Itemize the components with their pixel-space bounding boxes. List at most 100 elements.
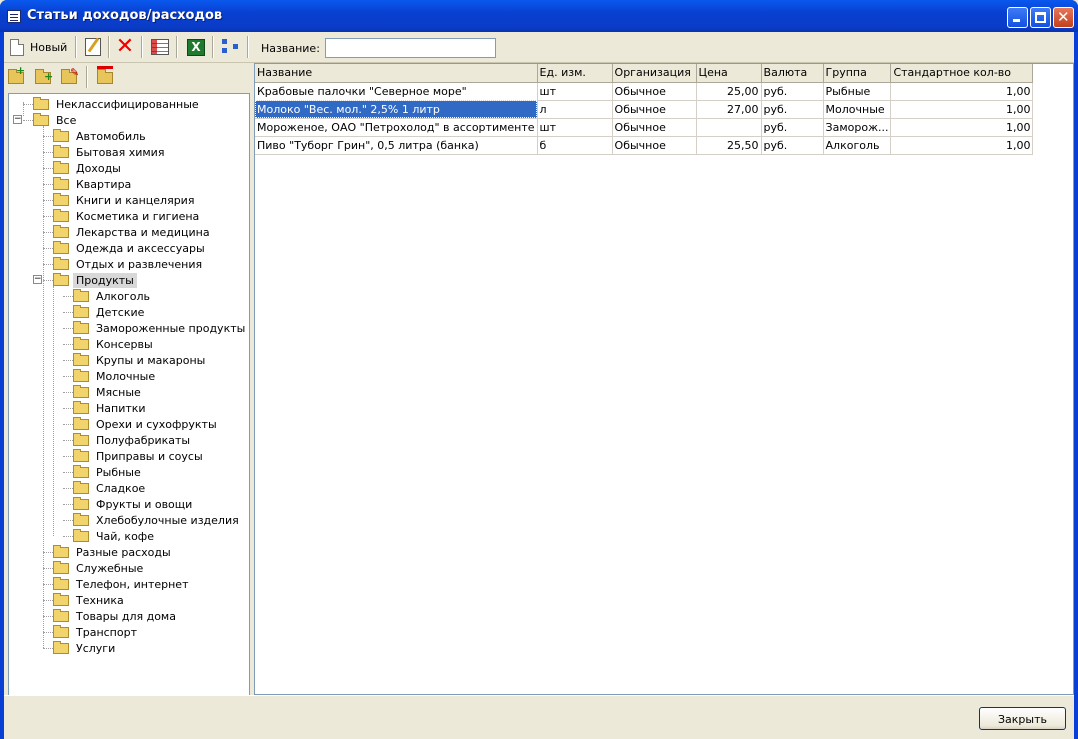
tree-item[interactable]: Молочные — [73, 368, 158, 384]
folder-icon — [73, 384, 89, 398]
tree-item-label: Неклассифицированные — [56, 97, 199, 111]
tree-item[interactable]: Замороженные продукты — [73, 320, 248, 336]
table-row[interactable]: Мороженое, ОАО "Петрохолод" в ассортимен… — [255, 118, 1034, 137]
tree-item[interactable]: Доходы — [53, 160, 124, 176]
tree-item[interactable]: Полуфабрикаты — [73, 432, 193, 448]
tree-item[interactable]: Орехи и сухофрукты — [73, 416, 220, 432]
new-button[interactable]: Новый — [6, 35, 72, 59]
tree-item[interactable]: Крупы и макароны — [73, 352, 208, 368]
tree-item[interactable]: Разные расходы — [53, 544, 174, 560]
tree-connector — [63, 392, 73, 393]
tree-item[interactable]: Неклассифицированные — [33, 96, 202, 112]
name-filter-input[interactable] — [325, 38, 496, 58]
app-icon — [7, 10, 21, 23]
column-header[interactable]: Стандартное кол-во — [890, 64, 1034, 83]
table-cell: 25,50 — [696, 136, 762, 155]
delete-button[interactable]: ✕ — [114, 35, 136, 59]
column-header[interactable]: Организация — [612, 64, 697, 83]
tree-item-label: Транспорт — [76, 625, 137, 639]
maximize-button[interactable] — [1030, 7, 1051, 28]
table-cell: б — [537, 136, 613, 155]
tree-item[interactable]: Сладкое — [73, 480, 148, 496]
table-cell: шт — [537, 82, 613, 101]
tree-item[interactable]: Служебные — [53, 560, 146, 576]
export-excel-button[interactable]: X — [185, 35, 207, 59]
tree-item[interactable]: Приправы и соусы — [73, 448, 206, 464]
tree-item[interactable]: Рыбные — [73, 464, 144, 480]
folder-icon — [73, 400, 89, 414]
table-row[interactable]: Молоко "Вес. мол." 2,5% 1 литр л Обычное 27… — [255, 100, 1034, 119]
tree-connector — [43, 568, 53, 569]
tree-item[interactable]: Алкоголь — [73, 288, 153, 304]
tree-item[interactable]: Чай, кофе — [73, 528, 157, 544]
tree-item[interactable]: Бытовая химия — [53, 144, 167, 160]
table-cell: Рыбные — [823, 82, 892, 101]
tree-item[interactable]: Мясные — [73, 384, 144, 400]
tree-connector — [43, 126, 44, 648]
tree-item[interactable]: Автомобиль — [53, 128, 149, 144]
items-table: Название Ед. изм. Организация Цена Валюта Гру… — [255, 64, 1034, 155]
folder-icon — [53, 128, 69, 142]
tree-item[interactable]: Отдых и развлечения — [53, 256, 205, 272]
delete-folder-button[interactable] — [97, 66, 115, 85]
add-folder-button[interactable]: + — [8, 65, 26, 85]
edit-button[interactable] — [82, 35, 104, 59]
tree-item[interactable]: Квартира — [53, 176, 134, 192]
tree-connector — [43, 616, 53, 617]
minimize-button[interactable] — [1007, 7, 1028, 28]
tree-item[interactable]: Детские — [73, 304, 147, 320]
edit-folder-button[interactable]: ✎ — [61, 67, 79, 85]
tree-item-label: Молочные — [96, 369, 156, 383]
tree-connector — [23, 120, 33, 121]
tree-connector — [43, 584, 53, 585]
tree-item[interactable]: Продукты — [53, 272, 137, 288]
tree-item[interactable]: Хлебобулочные изделия — [73, 512, 242, 528]
tree-item-label: Отдых и развлечения — [76, 257, 203, 271]
tree-item[interactable]: Техника — [53, 592, 127, 608]
title-bar[interactable]: Статьи доходов/расходов ✕ — [0, 0, 1078, 32]
close-button[interactable]: Закрыть — [979, 707, 1066, 730]
tree-item[interactable]: Транспорт — [53, 624, 140, 640]
tree-item[interactable]: Услуги — [53, 640, 118, 656]
table-row[interactable]: Пиво "Туборг Грин", 0,5 литра (банка) б Об… — [255, 136, 1034, 155]
tree-item[interactable]: Книги и канцелярия — [53, 192, 197, 208]
close-icon: ✕ — [1057, 8, 1070, 26]
folder-icon — [73, 496, 89, 510]
tree-view-button[interactable] — [220, 35, 242, 59]
tree-item[interactable]: Консервы — [73, 336, 156, 352]
tree-item[interactable]: Фрукты и овощи — [73, 496, 195, 512]
table-cell: л — [537, 100, 613, 119]
tree-item[interactable]: Одежда и аксессуары — [53, 240, 208, 256]
column-header[interactable]: Валюта — [761, 64, 824, 83]
table-cell — [696, 118, 762, 137]
column-header[interactable]: Цена — [696, 64, 762, 83]
tree-connector — [63, 440, 73, 441]
toolbar-separator — [141, 36, 143, 58]
tree-item[interactable]: Товары для дома — [53, 608, 179, 624]
category-tree[interactable]: Неклассифицированные Все − Автомобиль Бытова… — [8, 93, 250, 725]
tree-item-label: Служебные — [76, 561, 144, 575]
hierarchy-icon — [222, 39, 240, 55]
add-subfolder-button[interactable]: + — [35, 68, 53, 85]
collapse-toggle-icon[interactable]: − — [33, 275, 42, 284]
column-header[interactable]: Группа — [823, 64, 892, 83]
folder-icon — [73, 336, 89, 350]
remove-icon — [97, 66, 113, 69]
tree-item-label: Чай, кофе — [96, 529, 154, 543]
collapse-toggle-icon[interactable]: − — [13, 115, 22, 124]
tree-connector — [63, 360, 73, 361]
window-title: Статьи доходов/расходов — [27, 8, 223, 23]
table-row[interactable]: Крабовые палочки "Северное море" шт Обычно… — [255, 82, 1034, 101]
tree-item[interactable]: Напитки — [73, 400, 149, 416]
tree-item[interactable]: Телефон, интернет — [53, 576, 191, 592]
column-header[interactable]: Ед. изм. — [537, 64, 613, 83]
tree-item[interactable]: Все — [33, 112, 79, 128]
table-view-button[interactable] — [149, 35, 171, 59]
tree-item[interactable]: Косметика и гигиена — [53, 208, 202, 224]
folder-icon — [53, 192, 69, 206]
tree-item[interactable]: Лекарства и медицина — [53, 224, 213, 240]
column-header[interactable]: Название — [255, 64, 538, 83]
close-window-button[interactable]: ✕ — [1053, 7, 1074, 28]
tree-connector — [43, 184, 53, 185]
tree-connector — [43, 216, 53, 217]
